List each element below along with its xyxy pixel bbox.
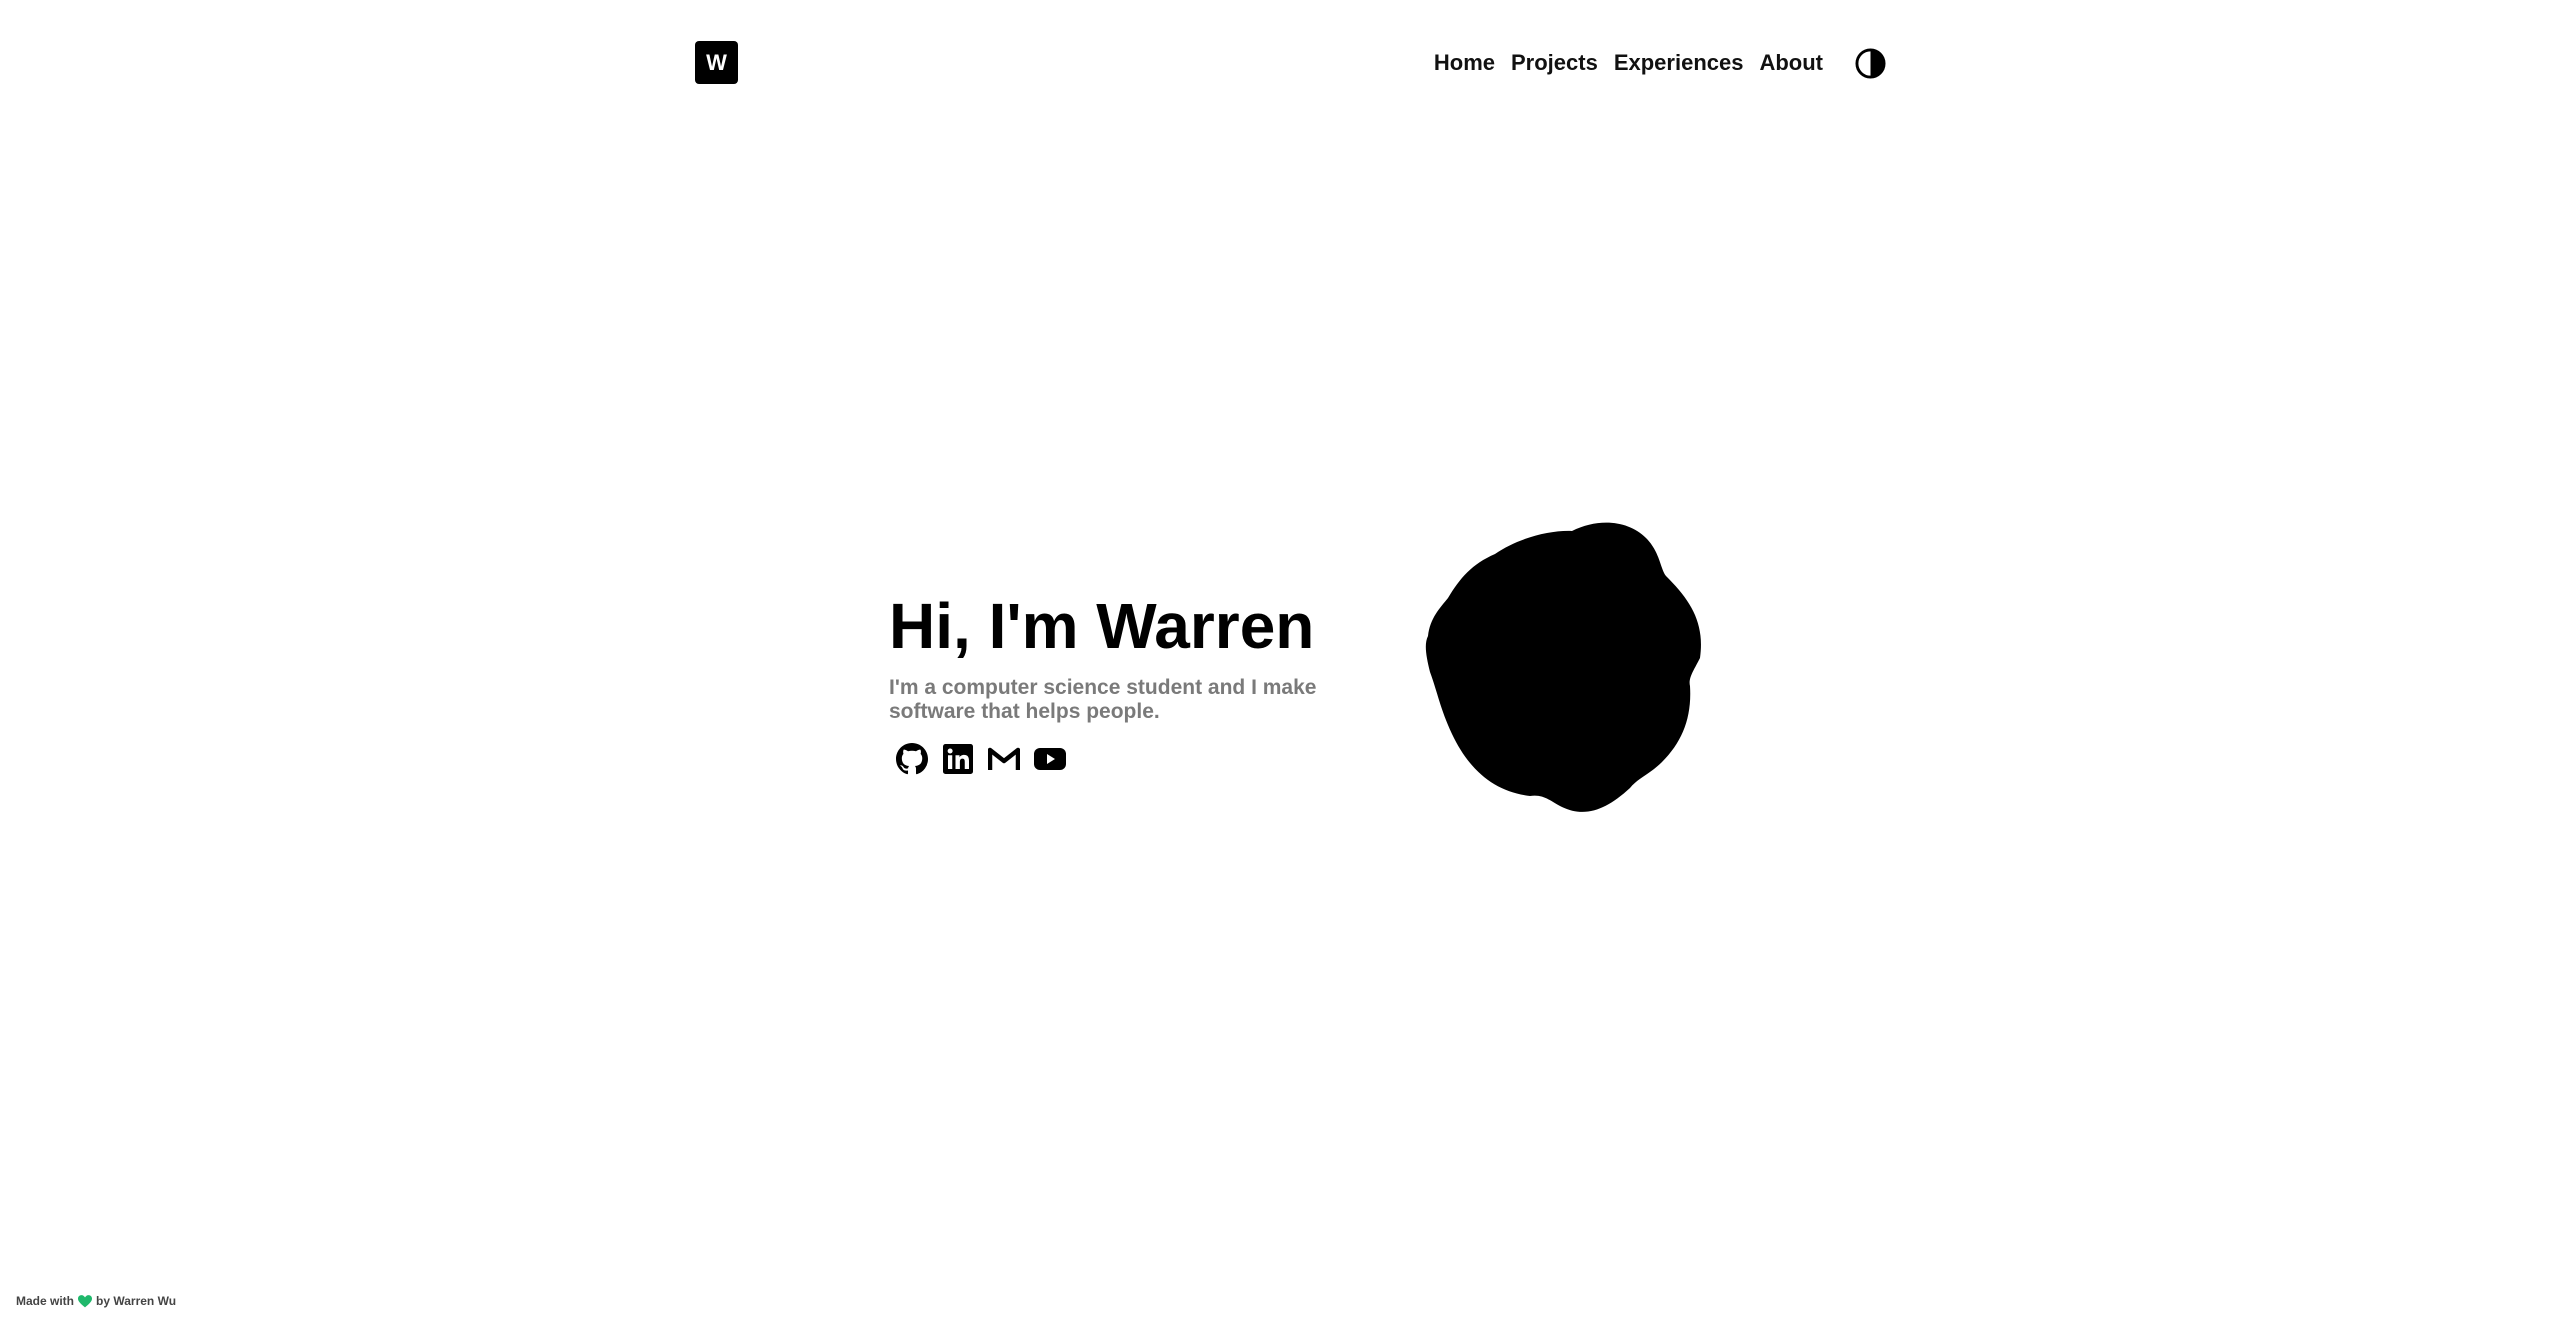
- youtube-link[interactable]: [1033, 742, 1067, 776]
- gmail-link[interactable]: [987, 742, 1021, 776]
- linkedin-icon: [943, 744, 973, 774]
- contrast-icon: [1855, 47, 1886, 79]
- hero-section: Hi, I'm Warren I'm a computer science st…: [889, 590, 1359, 776]
- youtube-icon: [1034, 748, 1066, 770]
- theme-toggle-button[interactable]: [1855, 47, 1886, 79]
- main-nav: Home Projects Experiences About: [1418, 45, 1886, 81]
- linkedin-link[interactable]: [941, 742, 975, 776]
- hero-title: Hi, I'm Warren: [889, 590, 1315, 662]
- github-icon: [896, 743, 928, 775]
- nav-about-link[interactable]: About: [1759, 50, 1823, 76]
- nav-home-link[interactable]: Home: [1434, 50, 1495, 76]
- nav-projects-link[interactable]: Projects: [1511, 50, 1598, 76]
- footer-suffix: by Warren Wu: [96, 1294, 177, 1308]
- logo-button[interactable]: W: [695, 41, 738, 84]
- social-links: [889, 742, 1359, 776]
- hero-subtitle: I'm a computer science student and I mak…: [889, 676, 1317, 723]
- gmail-icon: [988, 747, 1020, 770]
- footer-prefix: Made with: [16, 1294, 75, 1308]
- heart-icon: [78, 1294, 93, 1307]
- github-link[interactable]: [895, 742, 929, 776]
- hero-blob-image: [1425, 522, 1701, 812]
- nav-experiences-link[interactable]: Experiences: [1614, 50, 1744, 76]
- footer: Made with by Warren Wu: [16, 1294, 176, 1308]
